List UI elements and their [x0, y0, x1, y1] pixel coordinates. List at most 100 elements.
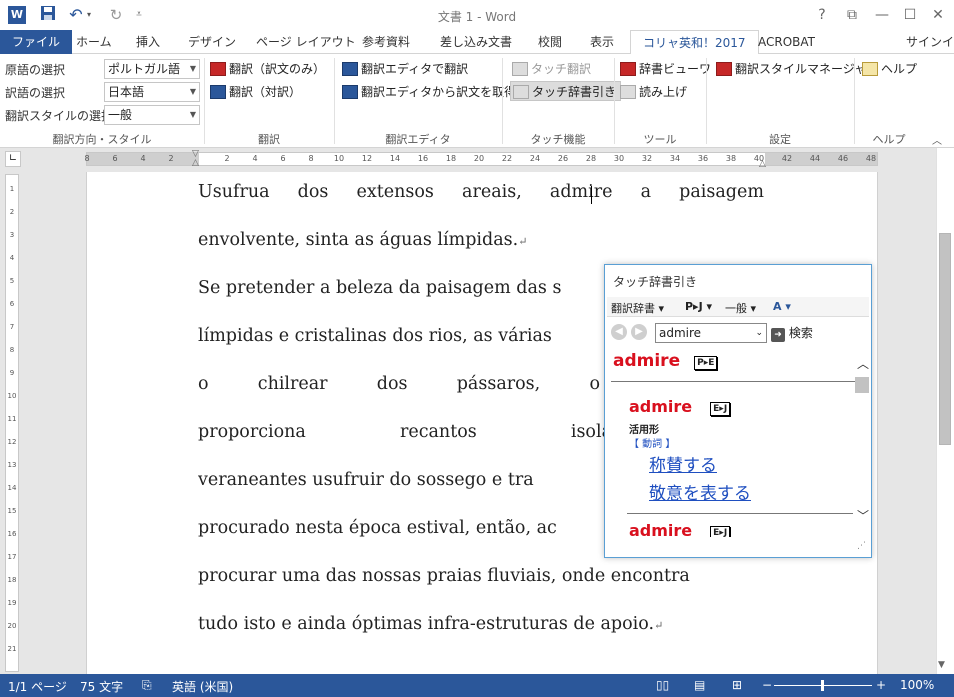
word[interactable]: pássaros,: [457, 374, 540, 394]
word[interactable]: admire: [550, 182, 613, 202]
search-button-label: 検索: [788, 326, 813, 340]
word[interactable]: a: [641, 182, 651, 202]
get-from-editor-button[interactable]: 翻訳エディタから訳文を取得: [342, 82, 516, 102]
tab-review[interactable]: 校閲: [534, 30, 566, 54]
translation-link[interactable]: 敬意を表する: [649, 479, 751, 504]
maximize-icon[interactable]: ☐: [896, 4, 924, 26]
translate-only-button[interactable]: 翻訳（訳文のみ）: [210, 59, 325, 79]
search-button[interactable]: ➜ 検索: [771, 324, 813, 342]
forward-icon[interactable]: ▶: [631, 324, 647, 340]
collapse-ribbon-icon[interactable]: ︿: [932, 132, 942, 147]
word[interactable]: Usufrua: [198, 182, 270, 202]
ribbon-display-options-icon[interactable]: ⧉: [838, 4, 866, 26]
word[interactable]: chilrear: [258, 374, 328, 394]
read-mode-icon[interactable]: ▯▯: [656, 678, 669, 692]
tab-view[interactable]: 表示: [586, 30, 618, 54]
tab-mailings[interactable]: 差し込み文書: [436, 30, 516, 54]
translate-parallel-button[interactable]: 翻訳（対訳）: [210, 82, 301, 102]
right-indent-marker-icon[interactable]: △: [759, 159, 766, 169]
word[interactable]: extensos: [357, 182, 434, 202]
editor-get-icon: [342, 84, 358, 99]
headword[interactable]: admire: [629, 397, 692, 416]
read-aloud-button[interactable]: 読み上げ: [620, 82, 687, 102]
translate-in-editor-button[interactable]: 翻訳エディタで翻訳: [342, 59, 468, 79]
line-text[interactable]: procurado nesta época estival, então, ac: [198, 518, 557, 538]
tab-page-layout[interactable]: ページ レイアウト: [252, 30, 360, 54]
tab-design[interactable]: デザイン: [184, 30, 240, 54]
word[interactable]: paisagem: [679, 182, 764, 202]
minimize-icon[interactable]: —: [868, 4, 896, 26]
search-input[interactable]: admire ⌄: [655, 323, 767, 343]
dictionary-select[interactable]: 翻訳辞書 ▾: [611, 300, 664, 316]
word[interactable]: o: [589, 374, 600, 394]
web-layout-icon[interactable]: ⊞: [732, 678, 742, 692]
style-select[interactable]: 一般 ▾: [725, 300, 756, 316]
line-text[interactable]: procurar uma das nossas praias fluviais,…: [198, 566, 690, 586]
source-language-select[interactable]: ポルトガル語 ▼: [104, 59, 200, 79]
page-count[interactable]: 1/1 ページ: [8, 678, 67, 695]
line-text[interactable]: veraneantes usufruir do sossego e tra: [198, 470, 534, 490]
help-button[interactable]: ヘルプ: [862, 59, 917, 79]
word[interactable]: proporciona: [198, 422, 306, 442]
scrollbar-thumb[interactable]: [939, 233, 951, 445]
scroll-down-icon[interactable]: ▼: [938, 660, 945, 670]
paragraph-mark-icon: ↵: [518, 235, 528, 248]
chevron-up-icon[interactable]: ︿: [857, 355, 869, 372]
language-indicator[interactable]: 英語 (米国): [172, 678, 233, 695]
word-count[interactable]: 75 文字: [80, 678, 123, 695]
back-icon[interactable]: ◀: [611, 324, 627, 340]
signin-link[interactable]: サインイン: [902, 30, 954, 54]
tab-korya-eiwa[interactable]: コリャ英和！2017: [630, 30, 759, 55]
zoom-slider-thumb[interactable]: [821, 680, 824, 691]
popup-scrollbar[interactable]: ︿ ﹀: [855, 347, 871, 537]
help-icon[interactable]: ?: [808, 4, 836, 26]
word[interactable]: o: [198, 374, 209, 394]
line-text[interactable]: tudo isto e ainda óptimas infra-estrutur…: [198, 614, 654, 634]
style-manager-button[interactable]: 翻訳スタイルマネージャ: [716, 59, 866, 79]
dictionary-viewer-button[interactable]: 辞書ビューワ: [620, 59, 711, 79]
word[interactable]: recantos: [400, 422, 477, 442]
translation-link[interactable]: 称賛する: [649, 451, 717, 476]
zoom-in-button[interactable]: +: [876, 678, 886, 692]
zoom-out-button[interactable]: −: [762, 678, 772, 692]
close-icon[interactable]: ✕: [924, 4, 952, 26]
popup-scroll-thumb[interactable]: [855, 377, 869, 393]
inflection-label[interactable]: 活用形: [629, 421, 659, 436]
word[interactable]: areais,: [462, 182, 522, 202]
resize-grip-icon[interactable]: ⋰: [857, 541, 866, 551]
touch-translate-button[interactable]: タッチ翻訳: [512, 59, 591, 79]
touch-dictionary-popup[interactable]: タッチ辞書引き 翻訳辞書 ▾ P▸J ▾ 一般 ▾ A ▾ ◀ ▶ admire…: [604, 264, 872, 558]
tab-selector[interactable]: ∟: [5, 151, 21, 167]
vruler-mark: 16: [7, 530, 17, 538]
tab-file[interactable]: ファイル: [0, 30, 73, 54]
line-text[interactable]: envolvente, sinta as águas límpidas.: [198, 230, 518, 250]
zoom-level[interactable]: 100%: [900, 678, 934, 692]
chevron-down-icon[interactable]: ﹀: [857, 507, 869, 524]
line-text[interactable]: Se pretender a beleza da paisagem das s: [198, 278, 561, 298]
tab-references[interactable]: 参考資料: [358, 30, 414, 54]
target-language-select[interactable]: 日本語 ▼: [104, 82, 200, 102]
tab-insert[interactable]: 挿入: [132, 30, 164, 54]
word[interactable]: dos: [377, 374, 408, 394]
line-text[interactable]: límpidas e cristalinas dos rios, as vári…: [198, 326, 552, 346]
word[interactable]: dos: [298, 182, 329, 202]
tab-acrobat[interactable]: ACROBAT: [754, 30, 819, 54]
chevron-down-icon[interactable]: ⌄: [755, 324, 763, 342]
headword[interactable]: admire: [613, 351, 680, 371]
indent-marker-icon[interactable]: ▽ △: [192, 150, 199, 168]
dictionary-viewer-label: 辞書ビューワ: [639, 62, 712, 76]
translation-style-select[interactable]: 一般 ▼: [104, 105, 200, 125]
text-line[interactable]: Usufrua dos extensos areais, admire a paisagem: [198, 182, 764, 202]
text-line[interactable]: procurar uma das nossas praias fluviais,…: [198, 566, 764, 586]
tab-home[interactable]: ホーム: [72, 30, 116, 54]
touch-dictionary-button[interactable]: タッチ辞書引き: [510, 81, 622, 101]
headword[interactable]: admire: [629, 521, 692, 537]
font-select[interactable]: A ▾: [773, 300, 791, 313]
print-layout-icon[interactable]: ▤: [694, 678, 705, 692]
vruler-mark: 10: [7, 392, 17, 400]
proofing-icon[interactable]: ⎘: [142, 678, 152, 693]
direction-select[interactable]: P▸J ▾: [685, 300, 712, 313]
text-line[interactable]: envolvente, sinta as águas límpidas.↵: [198, 230, 764, 250]
vertical-ruler[interactable]: 1 2 3 4 5 6 7 8 9 10 11 12 13 14 15 16 17 18 19 20 21: [5, 174, 19, 672]
text-line[interactable]: tudo isto e ainda óptimas infra-estrutur…: [198, 614, 764, 634]
